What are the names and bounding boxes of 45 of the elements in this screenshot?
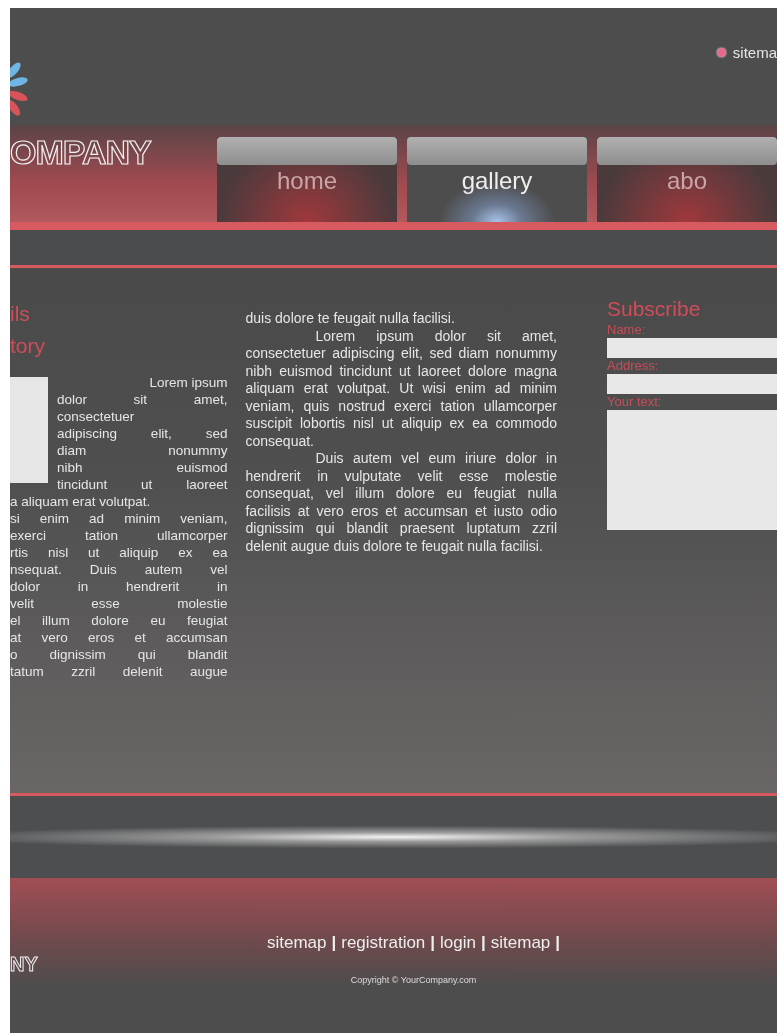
field-label: Your text: <box>607 394 663 410</box>
link-separator: | <box>555 933 561 953</box>
text-line: el illum dolore eu feugiat <box>10 612 228 629</box>
input-field[interactable] <box>607 374 777 394</box>
text-line: rtis nisl ut aliquip ex ea <box>10 544 228 561</box>
text-line: velit esse molestie <box>10 595 228 612</box>
link-separator: | <box>430 933 436 953</box>
footer-link[interactable]: sitemap <box>490 933 551 953</box>
text-line: a aliquam erat volutpat. <box>10 493 152 510</box>
text-line: si enim ad minim veniam, <box>10 510 228 527</box>
text-line: nibh euismod <box>57 459 228 476</box>
field-label: Address: <box>607 358 660 374</box>
link-separator: | <box>331 933 337 953</box>
top-link[interactable]: sitema <box>716 44 777 61</box>
section-heading: ils <box>10 301 31 327</box>
text-line: dolor sit amet, <box>57 391 228 408</box>
copyright-text: Copyright © YourCompany.com <box>350 975 477 985</box>
text-line: tatum zzril delenit augue <box>10 663 228 680</box>
footer-link[interactable]: sitemap <box>266 933 327 953</box>
footer-link[interactable]: login <box>440 933 476 953</box>
footer-link[interactable]: registration <box>341 933 426 953</box>
body-paragraph: duis dolore te feugait nulla facilisi. <box>245 310 456 328</box>
input-field[interactable] <box>607 338 777 358</box>
text-line: at vero eros et accumsan <box>10 629 228 646</box>
text-line: o dignissim qui blandit <box>10 646 228 663</box>
text-line: Lorem ipsum <box>148 374 228 391</box>
body-paragraph: Duis autem vel eum iriure dolor in hendrerit in vulputate velit esse molestie consequat, vel illum dolore eu feugiat nulla facilisis at vero eros et accumsan et iusto odio dignissim qui blandit praesent luptatum zzril delenit augue duis dolore te feugait nulla facilisi. <box>245 450 557 555</box>
nav-tab[interactable]: home <box>217 137 397 222</box>
text-line: adipiscing elit, sed <box>57 425 228 442</box>
link-separator: | <box>481 933 486 953</box>
section-heading: tory <box>10 333 46 359</box>
company-logo-text: NY <box>10 953 38 976</box>
nav-tab[interactable]: gallery <box>407 137 587 222</box>
body-paragraph: Lorem ipsum dolor sit amet, consectetuer adipiscing elit, sed diam nonummy nibh euismod tincidunt ut laoreet dolore magna aliquam erat volutpat. Ut wisi enim ad minim veniam, quis nostrud exerci tation ullamcorper suscipit lobortis nisl ut aliquip ex ea commodo consequat. <box>245 327 557 450</box>
text-line: diam nonummy <box>57 442 228 459</box>
text-area[interactable] <box>607 410 777 530</box>
text-line: consectetuer <box>57 408 136 425</box>
nav-tab[interactable]: abo <box>597 137 777 222</box>
text-line: tincidunt ut laoreet <box>57 476 228 493</box>
subscribe-heading: Subscribe <box>607 296 702 322</box>
company-logo-text: OMPANY <box>10 132 153 173</box>
text-line: nsequat. Duis autem vel <box>10 561 228 578</box>
text-line: dolor in hendrerit in <box>10 578 228 595</box>
text-line: exerci tation ullamcorper <box>10 527 228 544</box>
field-label: Name: <box>607 322 647 338</box>
